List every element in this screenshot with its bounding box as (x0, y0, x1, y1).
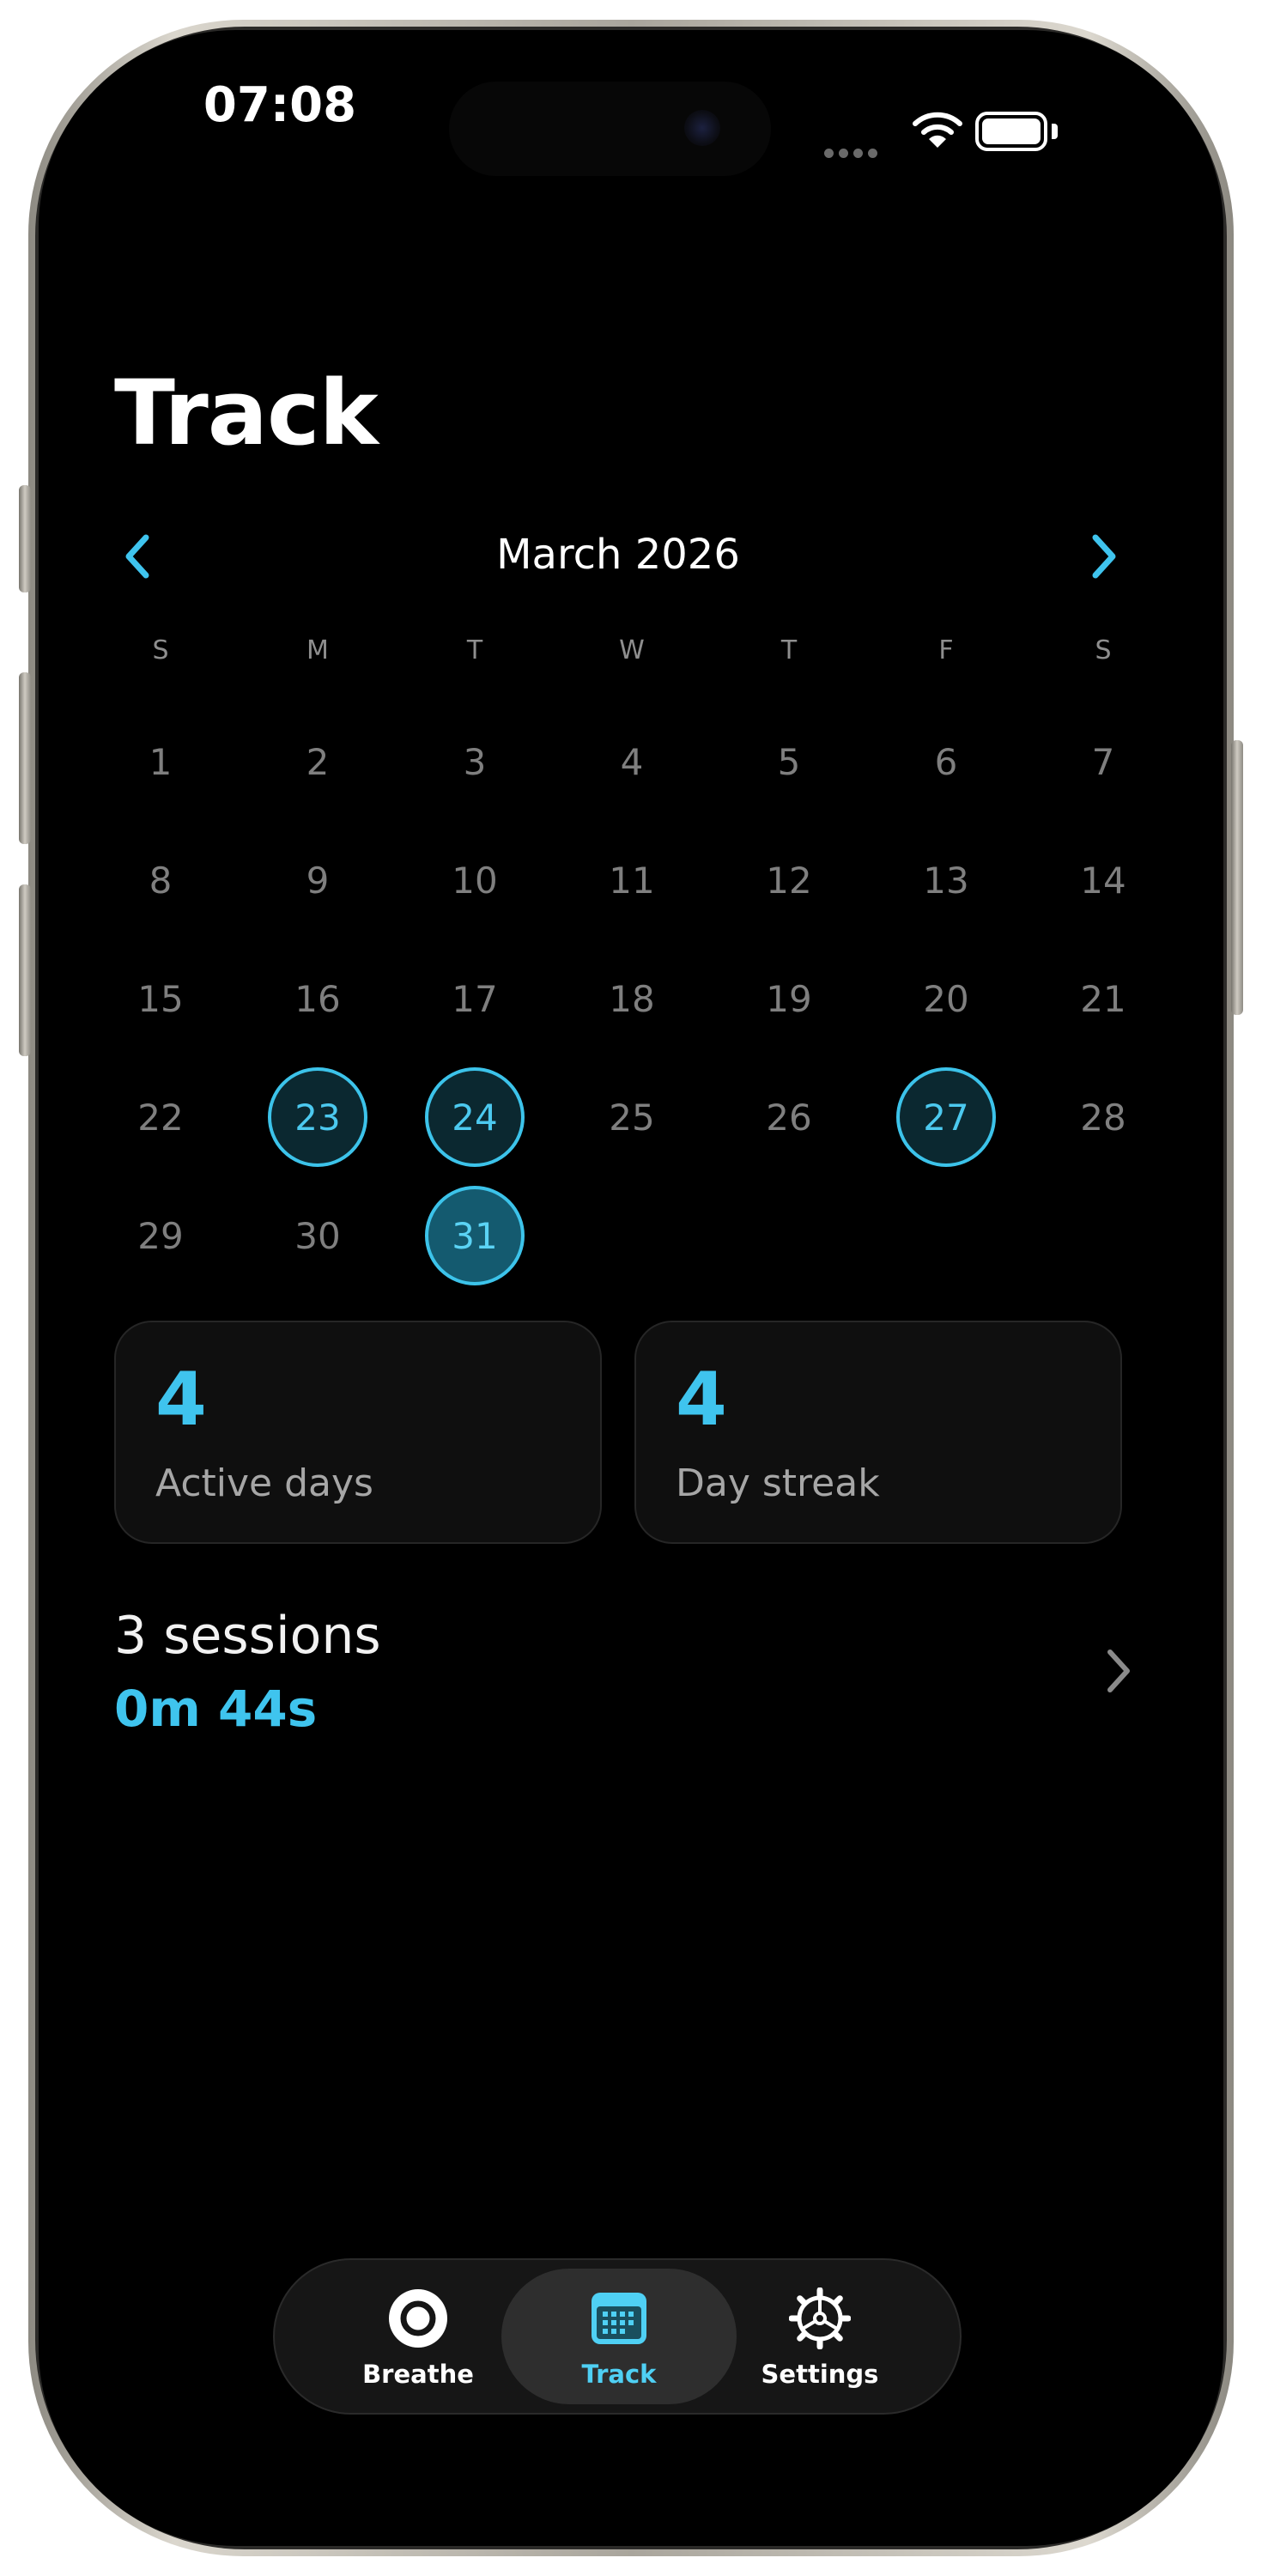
month-label: March 2026 (496, 531, 740, 579)
day-streak-card: 4 Day streak (634, 1321, 1122, 1544)
calendar-day[interactable]: 30 (268, 1186, 367, 1285)
calendar-day[interactable]: 18 (582, 949, 682, 1048)
weekday-label: W (619, 635, 645, 665)
calendar-day[interactable]: 21 (1053, 949, 1153, 1048)
action-button (19, 485, 31, 592)
calendar-day[interactable]: 1 (111, 712, 210, 811)
day-streak-label: Day streak (676, 1461, 880, 1505)
tab-breathe[interactable]: Breathe (300, 2269, 536, 2404)
chevron-right-icon (1092, 534, 1116, 579)
weekday-label: F (938, 635, 954, 665)
calendar-day[interactable]: 17 (425, 949, 525, 1048)
chevron-left-icon (125, 534, 149, 579)
weekday-label: T (466, 635, 483, 665)
side-button (1231, 740, 1243, 1015)
tab-label: Track (581, 2360, 657, 2389)
calendar-day[interactable]: 29 (111, 1186, 210, 1285)
calendar-day[interactable]: 19 (739, 949, 839, 1048)
volume-up-button (19, 672, 31, 844)
calendar-day[interactable]: 15 (111, 949, 210, 1048)
status-time: 07:08 (203, 77, 357, 133)
calendar-day[interactable]: 9 (268, 830, 367, 930)
wifi-icon (913, 112, 962, 148)
page-title: Track (114, 361, 379, 465)
calendar-day[interactable]: 4 (582, 712, 682, 811)
cellular-signal-icon (824, 145, 883, 161)
day-streak-value: 4 (676, 1357, 727, 1443)
calendar-day[interactable]: 31 (425, 1186, 525, 1285)
tab-bar: Breathe Track Settings (273, 2258, 962, 2415)
battery-tip (1052, 124, 1058, 139)
weekday-label: S (1095, 635, 1112, 665)
tab-settings[interactable]: Settings (702, 2269, 937, 2404)
chevron-right-icon (1107, 1649, 1130, 1692)
weekday-label: S (152, 635, 169, 665)
next-month-button[interactable] (1071, 526, 1133, 587)
calendar-day[interactable]: 5 (739, 712, 839, 811)
calendar-day[interactable]: 20 (896, 949, 996, 1048)
previous-month-button[interactable] (108, 526, 170, 587)
tab-label: Settings (761, 2360, 879, 2389)
weekday-label: T (780, 635, 798, 665)
volume-down-button (19, 884, 31, 1056)
calendar-day[interactable]: 11 (582, 830, 682, 930)
tab-track[interactable]: Track (501, 2269, 737, 2404)
gear-icon (789, 2287, 851, 2349)
sessions-duration: 0m 44s (114, 1680, 318, 1738)
calendar-day[interactable]: 13 (896, 830, 996, 930)
calendar-day[interactable]: 2 (268, 712, 367, 811)
calendar-day[interactable]: 6 (896, 712, 996, 811)
calendar-day[interactable]: 28 (1053, 1067, 1153, 1167)
front-camera (684, 110, 720, 146)
breathe-circle-icon (389, 2289, 447, 2348)
tab-label: Breathe (362, 2360, 474, 2389)
calendar-icon (592, 2293, 646, 2344)
active-days-label: Active days (155, 1461, 373, 1505)
calendar-day[interactable]: 8 (111, 830, 210, 930)
calendar-day[interactable]: 26 (739, 1067, 839, 1167)
dynamic-island (449, 82, 771, 176)
calendar-day[interactable]: 25 (582, 1067, 682, 1167)
calendar-day[interactable]: 14 (1053, 830, 1153, 930)
active-days-value: 4 (155, 1357, 207, 1443)
calendar-day[interactable]: 24 (425, 1067, 525, 1167)
calendar-day[interactable]: 10 (425, 830, 525, 930)
calendar-day[interactable]: 3 (425, 712, 525, 811)
calendar-day[interactable]: 27 (896, 1067, 996, 1167)
calendar-day[interactable]: 12 (739, 830, 839, 930)
active-days-card: 4 Active days (114, 1321, 602, 1544)
sessions-count: 3 sessions (114, 1606, 381, 1666)
sessions-row[interactable]: 3 sessions 0m 44s (114, 1606, 1136, 1743)
calendar-day[interactable]: 22 (111, 1067, 210, 1167)
calendar-day[interactable]: 23 (268, 1067, 367, 1167)
calendar-day[interactable]: 7 (1053, 712, 1153, 811)
battery-icon (975, 112, 1047, 151)
weekday-label: M (306, 635, 329, 665)
calendar-day[interactable]: 16 (268, 949, 367, 1048)
